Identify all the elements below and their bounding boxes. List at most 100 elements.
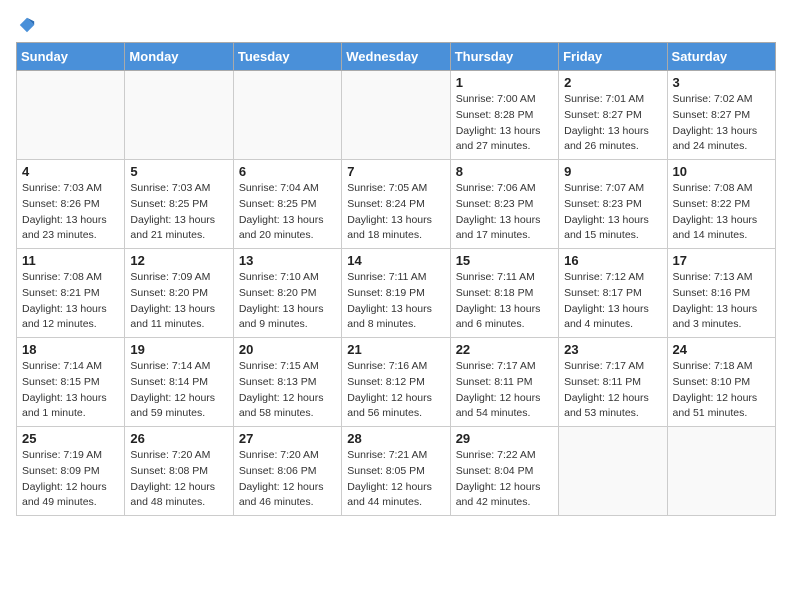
- calendar-table: SundayMondayTuesdayWednesdayThursdayFrid…: [16, 42, 776, 516]
- page-header: [16, 16, 776, 34]
- calendar-cell: 28 Sunrise: 7:21 AM Sunset: 8:05 PM Dayli…: [342, 427, 450, 516]
- day-number: 26: [130, 431, 227, 446]
- day-number: 4: [22, 164, 119, 179]
- day-number: 21: [347, 342, 444, 357]
- calendar-cell: 23 Sunrise: 7:17 AM Sunset: 8:11 PM Dayli…: [559, 338, 667, 427]
- calendar-cell: [17, 71, 125, 160]
- weekday-header-thursday: Thursday: [450, 43, 558, 71]
- day-info: Sunrise: 7:15 AM Sunset: 8:13 PM Dayligh…: [239, 359, 336, 422]
- calendar-cell: 25 Sunrise: 7:19 AM Sunset: 8:09 PM Dayli…: [17, 427, 125, 516]
- calendar-cell: [125, 71, 233, 160]
- weekday-header-row: SundayMondayTuesdayWednesdayThursdayFrid…: [17, 43, 776, 71]
- day-number: 7: [347, 164, 444, 179]
- calendar-cell: 10 Sunrise: 7:08 AM Sunset: 8:22 PM Dayli…: [667, 160, 775, 249]
- calendar-cell: 21 Sunrise: 7:16 AM Sunset: 8:12 PM Dayli…: [342, 338, 450, 427]
- day-info: Sunrise: 7:16 AM Sunset: 8:12 PM Dayligh…: [347, 359, 444, 422]
- calendar-cell: 15 Sunrise: 7:11 AM Sunset: 8:18 PM Dayli…: [450, 249, 558, 338]
- day-number: 20: [239, 342, 336, 357]
- calendar-week-row: 11 Sunrise: 7:08 AM Sunset: 8:21 PM Dayli…: [17, 249, 776, 338]
- calendar-cell: 12Sunrise: 7:09 AM Sunset: 8:20 PM Dayli…: [125, 249, 233, 338]
- day-info: Sunrise: 7:22 AM Sunset: 8:04 PM Dayligh…: [456, 448, 553, 511]
- day-number: 19: [130, 342, 227, 357]
- day-info: Sunrise: 7:18 AM Sunset: 8:10 PM Dayligh…: [673, 359, 770, 422]
- day-info: Sunrise: 7:14 AM Sunset: 8:14 PM Dayligh…: [130, 359, 227, 422]
- calendar-cell: 19 Sunrise: 7:14 AM Sunset: 8:14 PM Dayli…: [125, 338, 233, 427]
- calendar-cell: 5 Sunrise: 7:03 AM Sunset: 8:25 PM Daylig…: [125, 160, 233, 249]
- calendar-cell: 24 Sunrise: 7:18 AM Sunset: 8:10 PM Dayli…: [667, 338, 775, 427]
- calendar-cell: 27 Sunrise: 7:20 AM Sunset: 8:06 PM Dayli…: [233, 427, 341, 516]
- calendar-cell: [233, 71, 341, 160]
- day-info: Sunrise: 7:10 AM Sunset: 8:20 PM Dayligh…: [239, 270, 336, 333]
- calendar-cell: 9Sunrise: 7:07 AM Sunset: 8:23 PM Daylig…: [559, 160, 667, 249]
- day-info: Sunrise: 7:02 AM Sunset: 8:27 PM Dayligh…: [673, 92, 770, 155]
- day-info: Sunrise: 7:20 AM Sunset: 8:08 PM Dayligh…: [130, 448, 227, 511]
- day-number: 14: [347, 253, 444, 268]
- day-info: Sunrise: 7:06 AM Sunset: 8:23 PM Dayligh…: [456, 181, 553, 244]
- logo: [16, 16, 36, 34]
- calendar-cell: 4Sunrise: 7:03 AM Sunset: 8:26 PM Daylig…: [17, 160, 125, 249]
- day-info: Sunrise: 7:12 AM Sunset: 8:17 PM Dayligh…: [564, 270, 661, 333]
- calendar-cell: 7 Sunrise: 7:05 AM Sunset: 8:24 PM Daylig…: [342, 160, 450, 249]
- day-info: Sunrise: 7:19 AM Sunset: 8:09 PM Dayligh…: [22, 448, 119, 511]
- calendar-cell: 6 Sunrise: 7:04 AM Sunset: 8:25 PM Daylig…: [233, 160, 341, 249]
- day-info: Sunrise: 7:08 AM Sunset: 8:22 PM Dayligh…: [673, 181, 770, 244]
- day-info: Sunrise: 7:13 AM Sunset: 8:16 PM Dayligh…: [673, 270, 770, 333]
- calendar-week-row: 1Sunrise: 7:00 AM Sunset: 8:28 PM Daylig…: [17, 71, 776, 160]
- day-number: 22: [456, 342, 553, 357]
- day-info: Sunrise: 7:03 AM Sunset: 8:25 PM Dayligh…: [130, 181, 227, 244]
- day-info: Sunrise: 7:01 AM Sunset: 8:27 PM Dayligh…: [564, 92, 661, 155]
- day-number: 3: [673, 75, 770, 90]
- day-number: 12: [130, 253, 227, 268]
- day-info: Sunrise: 7:04 AM Sunset: 8:25 PM Dayligh…: [239, 181, 336, 244]
- weekday-header-saturday: Saturday: [667, 43, 775, 71]
- day-info: Sunrise: 7:17 AM Sunset: 8:11 PM Dayligh…: [564, 359, 661, 422]
- day-info: Sunrise: 7:11 AM Sunset: 8:18 PM Dayligh…: [456, 270, 553, 333]
- day-number: 29: [456, 431, 553, 446]
- calendar-cell: [667, 427, 775, 516]
- calendar-cell: 16 Sunrise: 7:12 AM Sunset: 8:17 PM Dayli…: [559, 249, 667, 338]
- calendar-week-row: 18 Sunrise: 7:14 AM Sunset: 8:15 PM Dayli…: [17, 338, 776, 427]
- calendar-cell: 11 Sunrise: 7:08 AM Sunset: 8:21 PM Dayli…: [17, 249, 125, 338]
- day-number: 15: [456, 253, 553, 268]
- day-info: Sunrise: 7:08 AM Sunset: 8:21 PM Dayligh…: [22, 270, 119, 333]
- day-number: 10: [673, 164, 770, 179]
- day-number: 27: [239, 431, 336, 446]
- logo-icon: [18, 16, 36, 34]
- calendar-cell: 8 Sunrise: 7:06 AM Sunset: 8:23 PM Daylig…: [450, 160, 558, 249]
- day-number: 18: [22, 342, 119, 357]
- calendar-cell: 29 Sunrise: 7:22 AM Sunset: 8:04 PM Dayli…: [450, 427, 558, 516]
- day-info: Sunrise: 7:07 AM Sunset: 8:23 PM Dayligh…: [564, 181, 661, 244]
- calendar-cell: 22 Sunrise: 7:17 AM Sunset: 8:11 PM Dayli…: [450, 338, 558, 427]
- day-number: 17: [673, 253, 770, 268]
- day-number: 16: [564, 253, 661, 268]
- day-info: Sunrise: 7:21 AM Sunset: 8:05 PM Dayligh…: [347, 448, 444, 511]
- calendar-week-row: 25 Sunrise: 7:19 AM Sunset: 8:09 PM Dayli…: [17, 427, 776, 516]
- calendar-cell: 1Sunrise: 7:00 AM Sunset: 8:28 PM Daylig…: [450, 71, 558, 160]
- day-info: Sunrise: 7:14 AM Sunset: 8:15 PM Dayligh…: [22, 359, 119, 422]
- calendar-cell: 2Sunrise: 7:01 AM Sunset: 8:27 PM Daylig…: [559, 71, 667, 160]
- day-info: Sunrise: 7:20 AM Sunset: 8:06 PM Dayligh…: [239, 448, 336, 511]
- calendar-cell: 3 Sunrise: 7:02 AM Sunset: 8:27 PM Daylig…: [667, 71, 775, 160]
- calendar-cell: [559, 427, 667, 516]
- weekday-header-sunday: Sunday: [17, 43, 125, 71]
- weekday-header-monday: Monday: [125, 43, 233, 71]
- day-number: 13: [239, 253, 336, 268]
- day-number: 1: [456, 75, 553, 90]
- day-number: 24: [673, 342, 770, 357]
- day-info: Sunrise: 7:05 AM Sunset: 8:24 PM Dayligh…: [347, 181, 444, 244]
- day-number: 28: [347, 431, 444, 446]
- day-number: 6: [239, 164, 336, 179]
- day-info: Sunrise: 7:17 AM Sunset: 8:11 PM Dayligh…: [456, 359, 553, 422]
- day-number: 11: [22, 253, 119, 268]
- calendar-cell: 26 Sunrise: 7:20 AM Sunset: 8:08 PM Dayli…: [125, 427, 233, 516]
- calendar-cell: 20 Sunrise: 7:15 AM Sunset: 8:13 PM Dayli…: [233, 338, 341, 427]
- day-number: 8: [456, 164, 553, 179]
- weekday-header-wednesday: Wednesday: [342, 43, 450, 71]
- day-number: 5: [130, 164, 227, 179]
- calendar-cell: 13 Sunrise: 7:10 AM Sunset: 8:20 PM Dayli…: [233, 249, 341, 338]
- day-number: 23: [564, 342, 661, 357]
- weekday-header-friday: Friday: [559, 43, 667, 71]
- weekday-header-tuesday: Tuesday: [233, 43, 341, 71]
- day-number: 25: [22, 431, 119, 446]
- calendar-week-row: 4Sunrise: 7:03 AM Sunset: 8:26 PM Daylig…: [17, 160, 776, 249]
